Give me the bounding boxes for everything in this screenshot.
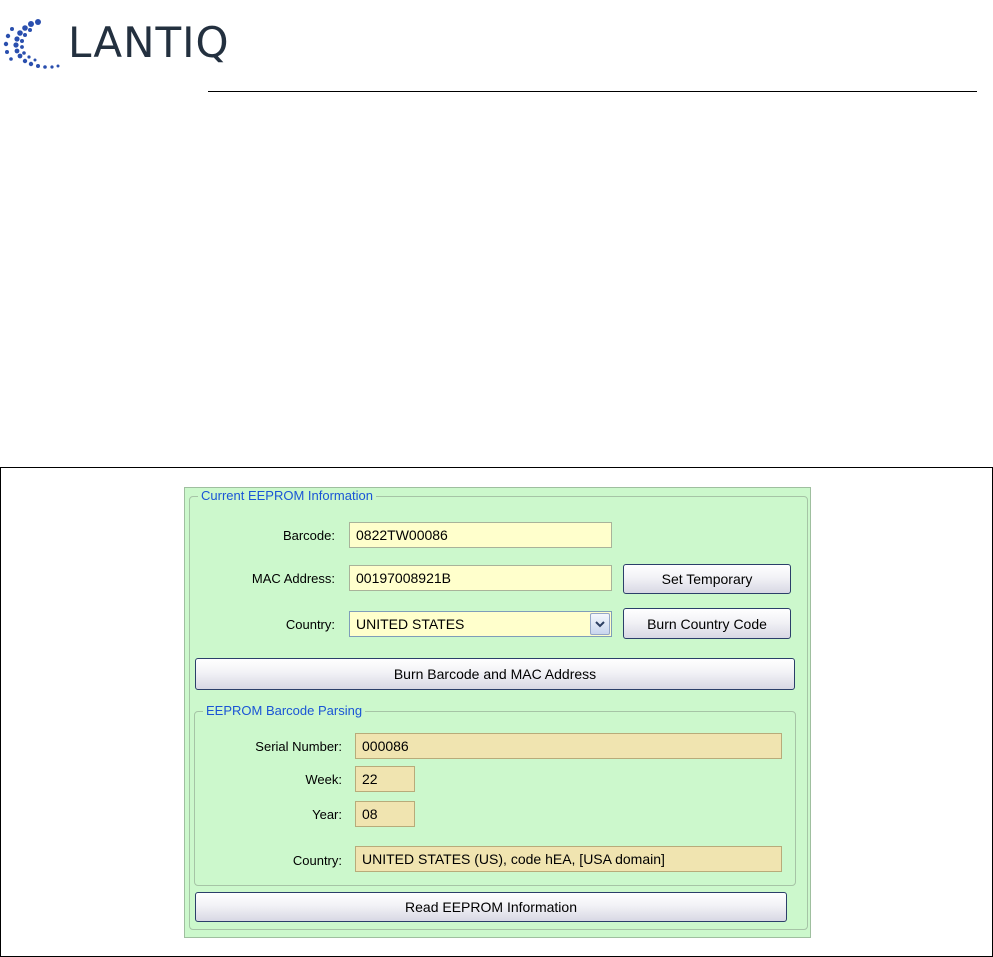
country-select-value: UNITED STATES — [356, 616, 465, 632]
barcode-label: Barcode: — [282, 528, 335, 543]
header-divider — [208, 91, 977, 92]
current-eeprom-title: Current EEPROM Information — [198, 488, 376, 504]
lantiq-wordmark: LANTIQ — [68, 18, 230, 67]
read-eeprom-button[interactable]: Read EEPROM Information — [195, 892, 787, 922]
year-field: 08 — [355, 801, 415, 827]
burn-barcode-mac-button[interactable]: Burn Barcode and MAC Address — [195, 658, 795, 690]
mac-address-field[interactable]: 00197008921B — [349, 565, 612, 591]
screenshot-frame: Current EEPROM Information Barcode: 0822… — [0, 467, 993, 957]
lantiq-logo-icon — [3, 19, 60, 69]
lantiq-logo: LANTIQ — [0, 14, 260, 80]
country-dropdown-button[interactable] — [590, 613, 610, 635]
parsed-country-label: Country: — [292, 853, 342, 868]
set-temporary-button[interactable]: Set Temporary — [623, 564, 791, 594]
mac-address-label: MAC Address: — [251, 571, 335, 586]
burn-country-code-button[interactable]: Burn Country Code — [623, 608, 791, 639]
country-select[interactable]: UNITED STATES — [349, 611, 612, 637]
year-label: Year: — [312, 807, 342, 822]
barcode-parsing-title: EEPROM Barcode Parsing — [203, 703, 366, 719]
serial-number-field: 000086 — [355, 733, 782, 759]
country-label: Country: — [285, 617, 335, 632]
parsed-country-field: UNITED STATES (US), code hEA, [USA domai… — [355, 846, 782, 872]
eeprom-panel: Current EEPROM Information Barcode: 0822… — [184, 487, 811, 938]
barcode-field[interactable]: 0822TW00086 — [349, 522, 612, 548]
chevron-down-icon — [595, 620, 605, 627]
serial-number-label: Serial Number: — [255, 739, 342, 754]
week-field: 22 — [355, 766, 415, 792]
week-label: Week: — [305, 772, 342, 787]
